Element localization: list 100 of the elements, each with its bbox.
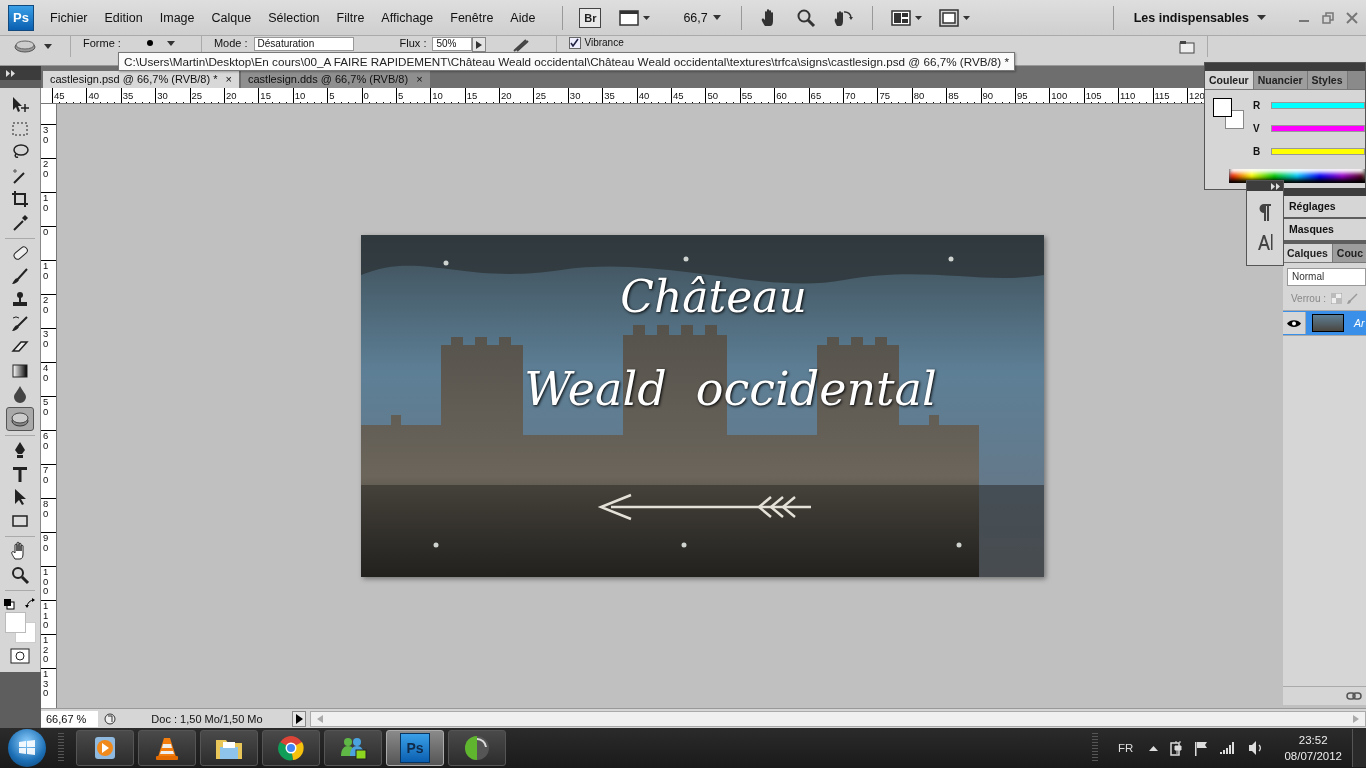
- ruler-label: 85: [947, 90, 959, 101]
- color-swatches[interactable]: [1213, 98, 1247, 132]
- ruler-label: 90: [42, 533, 50, 552]
- ruler-label: 105: [1084, 90, 1102, 101]
- panel-tab[interactable]: Styles: [1307, 71, 1348, 89]
- brush-label: Forme :: [83, 37, 121, 50]
- character-icon[interactable]: [1257, 233, 1273, 251]
- brush-tool-icon: [10, 266, 30, 287]
- menu-item[interactable]: Calque: [211, 10, 252, 25]
- menu-item[interactable]: Image: [159, 10, 195, 25]
- ruler-label: 80: [42, 499, 50, 518]
- clock-date[interactable]: 08/07/2012: [1284, 748, 1342, 764]
- menu-item[interactable]: Edition: [104, 10, 143, 25]
- collapse-icon[interactable]: [6, 69, 16, 77]
- four-pane-flag-icon: [18, 739, 36, 757]
- taskbar-button[interactable]: [200, 730, 258, 766]
- ruler-label: 25: [534, 90, 547, 101]
- ruler-label: 115: [1153, 90, 1170, 101]
- taskbar-button[interactable]: [324, 730, 382, 766]
- panel-tab[interactable]: Calques: [1283, 244, 1333, 262]
- ruler-label: 75: [878, 90, 890, 101]
- arrange-documents-icon[interactable]: [890, 8, 923, 27]
- zoom-dropdown[interactable]: 66,7: [683, 10, 721, 25]
- panel-tab[interactable]: Nuancier: [1253, 71, 1308, 89]
- ruler-label: 70: [844, 90, 856, 101]
- status-menu-button[interactable]: [292, 710, 306, 727]
- color-swatches[interactable]: [5, 612, 35, 642]
- menu-item[interactable]: Filtre: [336, 10, 365, 25]
- ruler-label: 15: [465, 90, 478, 101]
- eye-icon[interactable]: [1287, 318, 1301, 328]
- sign-title: Château: [620, 271, 807, 322]
- flow-slider-button[interactable]: [472, 37, 487, 52]
- taskbar-button[interactable]: [262, 730, 320, 766]
- show-hidden-icons-icon[interactable]: [1149, 745, 1159, 751]
- bridge-button[interactable]: Br: [579, 7, 602, 28]
- mode-dropdown[interactable]: Désaturation: [253, 37, 354, 51]
- move-tool-icon: [10, 95, 30, 115]
- ruler-label: 10: [431, 90, 443, 101]
- menu-item[interactable]: Aide: [510, 10, 536, 25]
- channel-slider[interactable]: [1271, 147, 1365, 155]
- caret-icon: [1257, 14, 1266, 21]
- workspace-dropdown[interactable]: Les indispensables: [1133, 10, 1266, 25]
- tool-button[interactable]: [6, 406, 34, 431]
- disc-icon: [463, 734, 491, 762]
- layer-name: Ar: [1354, 317, 1365, 329]
- ruler-label: 45: [672, 90, 684, 101]
- taskbar-button[interactable]: [76, 730, 134, 766]
- blend-mode-dropdown[interactable]: Normal: [1287, 268, 1366, 286]
- flag-icon[interactable]: [1194, 740, 1209, 756]
- language-indicator[interactable]: FR: [1118, 742, 1134, 754]
- panel-toggle-icon[interactable]: [1179, 40, 1195, 54]
- search-icon[interactable]: [795, 7, 816, 28]
- panel-tab[interactable]: Couleur: [1205, 71, 1254, 89]
- taskbar-button[interactable]: [138, 730, 196, 766]
- ruler-label: 30: [568, 90, 581, 101]
- ruler-label: 20: [500, 90, 512, 101]
- ruler-label: 65: [809, 90, 822, 101]
- ruler-label: 40: [637, 90, 650, 101]
- signal-icon[interactable]: [1220, 742, 1237, 754]
- view-extras-icon[interactable]: [619, 8, 652, 27]
- ruler-label: 45: [53, 90, 65, 101]
- ruler-label: 15: [259, 90, 271, 101]
- menu-item[interactable]: Fichier: [50, 10, 88, 25]
- ruler-label: 120: [1187, 90, 1205, 101]
- default-colors-icon[interactable]: [3, 598, 15, 610]
- quick-mask-icon[interactable]: [10, 648, 30, 664]
- channel-label: V: [1253, 122, 1261, 134]
- document-tab[interactable]: castlesign.psd @ 66,7% (RVB/8) * ×: [43, 71, 239, 88]
- zoom-field[interactable]: 66,67 %: [41, 710, 98, 727]
- channel-slider[interactable]: [1271, 124, 1365, 132]
- brush-tip-icon: [144, 38, 155, 48]
- ruler-label: 60: [42, 431, 50, 450]
- screen-mode-icon[interactable]: [938, 8, 971, 27]
- power-plug-icon[interactable]: [1170, 740, 1183, 756]
- start-button[interactable]: [8, 729, 46, 767]
- close-icon[interactable]: [1346, 11, 1358, 24]
- swap-colors-icon[interactable]: [25, 598, 37, 610]
- channel-slider[interactable]: [1271, 101, 1365, 109]
- panel-tab[interactable]: Couc: [1332, 244, 1366, 262]
- channel-label: B: [1253, 145, 1261, 157]
- color-spectrum[interactable]: [1229, 169, 1365, 183]
- checkmark-icon: [570, 38, 580, 47]
- link-icon[interactable]: [1346, 692, 1362, 700]
- ruler-label: 0: [362, 90, 369, 101]
- document-tab[interactable]: castlesign.dds @ 66,7% (RVB/8) ×: [241, 71, 430, 88]
- collapsed-panel-tab[interactable]: Masques: [1283, 219, 1366, 242]
- flow-field[interactable]: 50%: [432, 37, 473, 51]
- restore-icon[interactable]: [1322, 11, 1334, 24]
- collapsed-panel-tab[interactable]: Réglages: [1283, 196, 1366, 219]
- menu-item[interactable]: Affichage: [381, 10, 434, 25]
- menu-item[interactable]: Sélection: [268, 10, 320, 25]
- ruler-label: 120: [42, 635, 50, 664]
- paragraph-icon[interactable]: [1258, 203, 1272, 221]
- ruler-label: 20: [42, 159, 50, 178]
- vibrance-checkbox[interactable]: Vibrance: [569, 37, 624, 49]
- clock-time[interactable]: 23:52: [1298, 732, 1328, 748]
- crop-tool-icon: [10, 189, 30, 209]
- ruler-label: 95: [1015, 90, 1028, 101]
- airbrush-icon[interactable]: [512, 38, 531, 52]
- menu-item[interactable]: Fenêtre: [450, 10, 494, 25]
